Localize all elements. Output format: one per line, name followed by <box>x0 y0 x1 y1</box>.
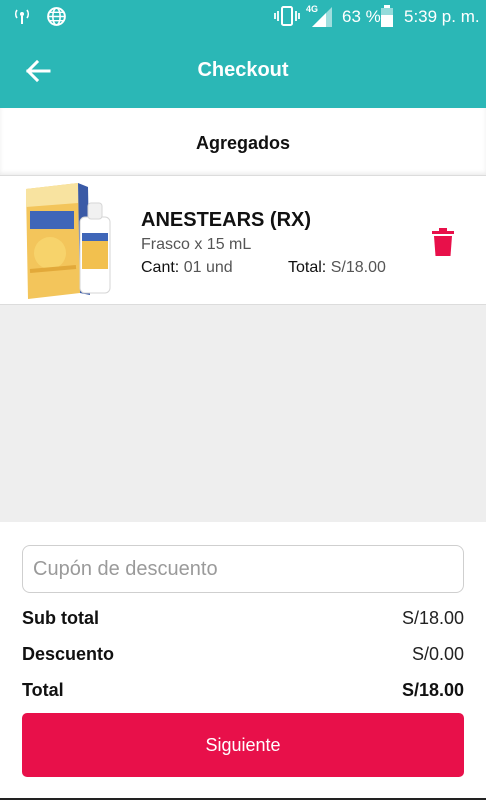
quantity-label: Cant: <box>141 259 180 276</box>
app-bar: Checkout <box>0 33 486 108</box>
item-total: Total: S/18.00 <box>288 259 386 277</box>
subtotal-label: Sub total <box>22 608 99 628</box>
coupon-input[interactable] <box>22 545 464 593</box>
total-row: Total S/18.00 <box>22 680 464 704</box>
next-button[interactable]: Siguiente <box>22 713 464 777</box>
trash-icon[interactable] <box>428 227 458 257</box>
total-label: Total <box>22 680 64 700</box>
battery-percent: 63 % <box>342 7 381 26</box>
product-name: ANESTEARS (RX) <box>141 209 312 231</box>
signal-icon <box>312 7 332 27</box>
hotspot-icon <box>14 9 30 24</box>
product-description: Frasco x 15 mL <box>141 236 252 253</box>
cart-list: ANESTEARS (RX) Frasco x 15 mL Cant: 01 u… <box>0 177 486 522</box>
checkout-summary: Sub total S/18.00 Descuento S/0.00 Total… <box>0 522 486 800</box>
quantity-info: Cant: 01 und <box>141 259 233 277</box>
subtotal-value: S/18.00 <box>401 608 464 628</box>
battery-icon <box>381 5 393 27</box>
section-title: Agregados <box>195 133 291 153</box>
globe-icon <box>47 7 66 26</box>
discount-row: Descuento S/0.00 <box>22 644 464 668</box>
arrow-left-icon[interactable] <box>20 53 56 89</box>
clock: 5:39 p. m. <box>404 7 480 26</box>
discount-value: S/0.00 <box>411 644 464 664</box>
page-title: Checkout <box>197 59 289 81</box>
total-value: S/18.00 <box>401 680 464 700</box>
status-bar: 4G 63 % 5:39 p. m. <box>0 0 486 33</box>
subtotal-row: Sub total S/18.00 <box>22 608 464 632</box>
cart-item[interactable]: ANESTEARS (RX) Frasco x 15 mL Cant: 01 u… <box>0 177 486 305</box>
vibrate-icon <box>274 6 300 26</box>
discount-label: Descuento <box>22 644 115 664</box>
product-image <box>16 181 130 303</box>
section-header: Agregados <box>0 108 486 176</box>
quantity-value: 01 und <box>183 259 233 276</box>
item-total-value: S/18.00 <box>330 259 386 276</box>
item-total-label: Total: <box>288 259 327 276</box>
